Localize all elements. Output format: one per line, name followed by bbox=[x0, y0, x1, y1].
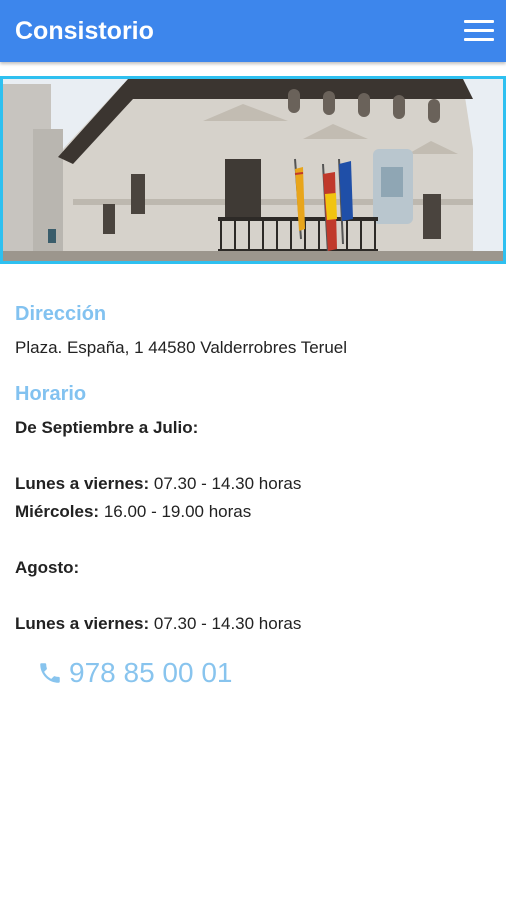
app-bar: Consistorio bbox=[0, 0, 506, 62]
schedule-period-1-wednesday: Miércoles: 16.00 - 19.00 horas bbox=[15, 502, 252, 521]
schedule-period-1-title: De Septiembre a Julio: bbox=[15, 418, 199, 437]
address-heading: Dirección bbox=[15, 303, 107, 325]
page-title: Consistorio bbox=[15, 17, 154, 45]
schedule-period-2-weekdays: Lunes a viernes: 07.30 - 14.30 horas bbox=[15, 614, 302, 633]
phone-number: 978 85 00 01 bbox=[69, 657, 233, 688]
hamburger-menu-icon[interactable] bbox=[464, 17, 494, 45]
address-text: Plaza. España, 1 44580 Valderrobres Teru… bbox=[15, 338, 348, 357]
phone-icon bbox=[40, 663, 60, 683]
phone-link[interactable]: 978 85 00 01 bbox=[37, 656, 495, 690]
schedule-heading: Horario bbox=[15, 383, 87, 405]
schedule-period-1-weekdays: Lunes a viernes: 07.30 - 14.30 horas bbox=[15, 474, 302, 493]
schedule-period-2-title: Agosto: bbox=[15, 558, 80, 577]
town-hall-photo bbox=[0, 76, 506, 264]
content: Dirección Plaza. España, 1 44580 Valderr… bbox=[15, 300, 495, 690]
